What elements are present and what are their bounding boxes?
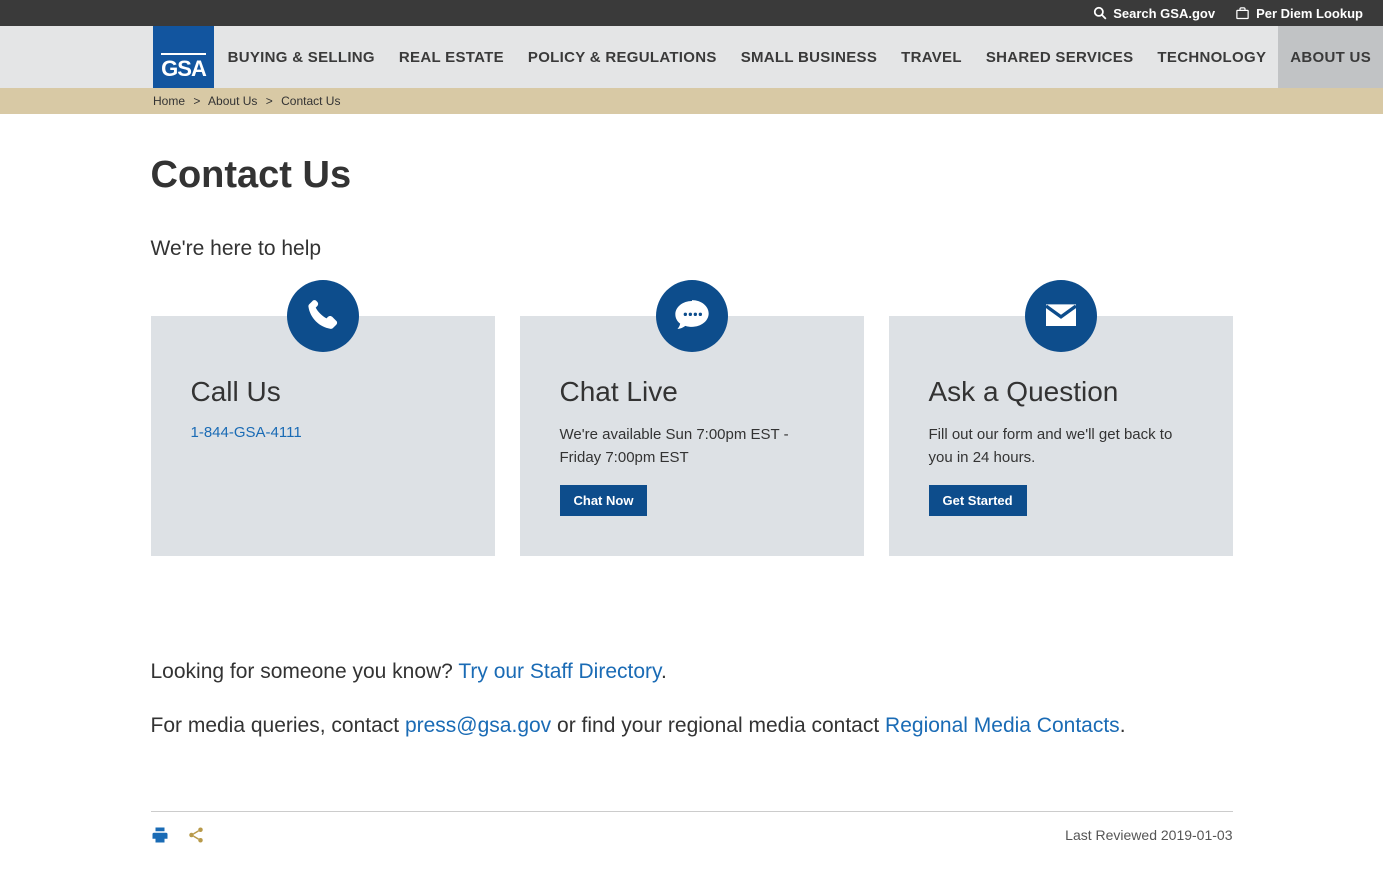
ask-title: Ask a Question bbox=[929, 376, 1193, 408]
breadcrumb-current: Contact Us bbox=[281, 94, 340, 108]
phone-link[interactable]: 1-844-GSA-4111 bbox=[191, 424, 302, 441]
nav-items: BUYING & SELLING REAL ESTATE POLICY & RE… bbox=[216, 26, 1383, 88]
breadcrumb-separator: > bbox=[193, 94, 200, 108]
breadcrumb-home[interactable]: Home bbox=[153, 94, 185, 108]
chat-text: We're available Sun 7:00pm EST - Friday … bbox=[560, 424, 824, 469]
gsa-logo[interactable]: GSA bbox=[153, 26, 214, 88]
per-diem-label: Per Diem Lookup bbox=[1256, 6, 1363, 21]
search-link[interactable]: Search GSA.gov bbox=[1093, 6, 1215, 21]
media-mid: or find your regional media contact bbox=[551, 714, 885, 737]
media-queries-text: For media queries, contact press@gsa.gov… bbox=[151, 710, 1233, 742]
nav-real-estate[interactable]: REAL ESTATE bbox=[387, 26, 516, 88]
staff-directory-link[interactable]: Try our Staff Directory bbox=[458, 660, 661, 683]
breadcrumb-about[interactable]: About Us bbox=[208, 94, 257, 108]
mail-icon bbox=[1025, 280, 1097, 352]
ask-card: Ask a Question Fill out our form and we'… bbox=[889, 316, 1233, 556]
call-title: Call Us bbox=[191, 376, 455, 408]
per-diem-link[interactable]: Per Diem Lookup bbox=[1235, 6, 1363, 21]
phone-icon bbox=[287, 280, 359, 352]
page-footer-row: Last Reviewed 2019-01-03 bbox=[151, 811, 1233, 844]
staff-directory-text: Looking for someone you know? Try our St… bbox=[151, 656, 1233, 688]
search-icon bbox=[1093, 6, 1107, 20]
staff-post: . bbox=[661, 660, 667, 683]
call-card: Call Us 1-844-GSA-4111 bbox=[151, 316, 495, 556]
chat-now-button[interactable]: Chat Now bbox=[560, 485, 648, 516]
search-label: Search GSA.gov bbox=[1113, 6, 1215, 21]
nav-policy-regulations[interactable]: POLICY & REGULATIONS bbox=[516, 26, 729, 88]
nav-buying-selling[interactable]: BUYING & SELLING bbox=[216, 26, 387, 88]
breadcrumb: Home > About Us > Contact Us bbox=[0, 88, 1383, 114]
press-email-link[interactable]: press@gsa.gov bbox=[405, 714, 551, 737]
main-content: Contact Us We're here to help Call Us 1-… bbox=[151, 154, 1233, 884]
main-nav-bar: GSA BUYING & SELLING REAL ESTATE POLICY … bbox=[0, 26, 1383, 88]
breadcrumb-separator: > bbox=[266, 94, 273, 108]
contact-cards: Call Us 1-844-GSA-4111 Chat Live We're a… bbox=[151, 316, 1233, 556]
page-subtitle: We're here to help bbox=[151, 237, 1233, 261]
briefcase-icon bbox=[1235, 6, 1250, 21]
print-icon[interactable] bbox=[151, 826, 169, 844]
chat-icon bbox=[656, 280, 728, 352]
chat-card: Chat Live We're available Sun 7:00pm EST… bbox=[520, 316, 864, 556]
nav-technology[interactable]: TECHNOLOGY bbox=[1145, 26, 1278, 88]
nav-travel[interactable]: TRAVEL bbox=[889, 26, 974, 88]
media-post: . bbox=[1120, 714, 1126, 737]
staff-pre: Looking for someone you know? bbox=[151, 660, 459, 683]
get-started-button[interactable]: Get Started bbox=[929, 485, 1027, 516]
page-title: Contact Us bbox=[151, 154, 1233, 197]
footer-icons bbox=[151, 826, 205, 844]
top-utility-bar: Search GSA.gov Per Diem Lookup bbox=[0, 0, 1383, 26]
nav-small-business[interactable]: SMALL BUSINESS bbox=[729, 26, 889, 88]
nav-about-us[interactable]: ABOUT US bbox=[1278, 26, 1383, 88]
nav-shared-services[interactable]: SHARED SERVICES bbox=[974, 26, 1146, 88]
share-icon[interactable] bbox=[187, 826, 205, 844]
chat-title: Chat Live bbox=[560, 376, 824, 408]
ask-text: Fill out our form and we'll get back to … bbox=[929, 424, 1193, 469]
regional-media-link[interactable]: Regional Media Contacts bbox=[885, 714, 1120, 737]
media-pre: For media queries, contact bbox=[151, 714, 405, 737]
logo-text: GSA bbox=[161, 56, 206, 82]
